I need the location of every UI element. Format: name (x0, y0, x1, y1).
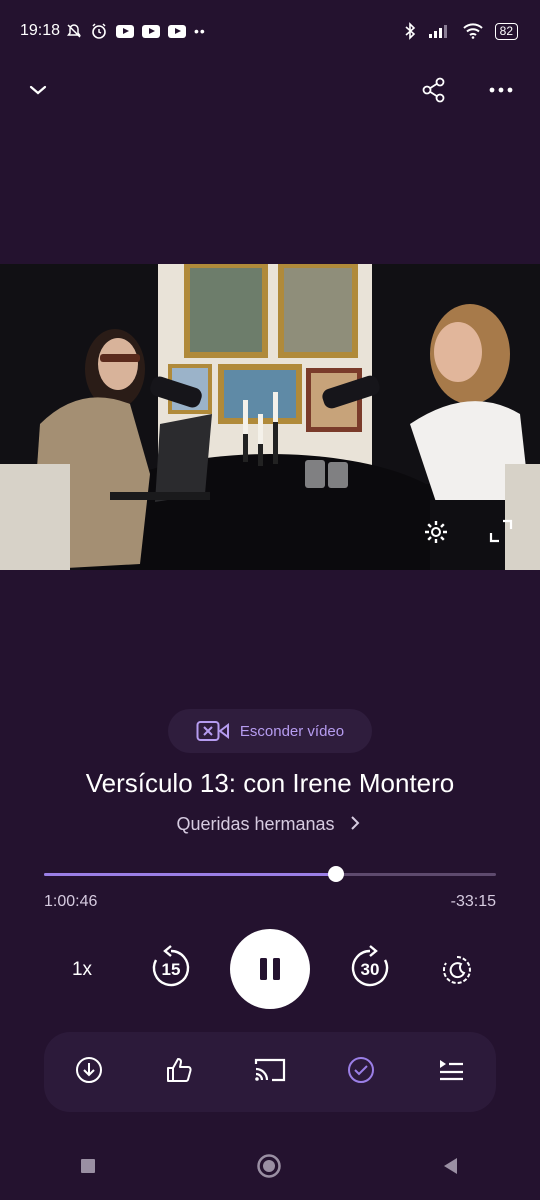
progress-thumb[interactable] (327, 866, 344, 882)
video-frame-image (0, 264, 540, 570)
remaining-time: -33:15 (450, 893, 496, 910)
share-icon (422, 77, 445, 103)
triangle-left-icon (443, 1157, 457, 1174)
sleep-timer-icon (443, 956, 471, 984)
bell-off-icon (67, 24, 81, 38)
square-icon (81, 1158, 96, 1173)
recents-button[interactable] (79, 1157, 97, 1180)
mark-played-button[interactable] (346, 1055, 376, 1090)
fullscreen-button[interactable] (488, 518, 514, 549)
back-button[interactable] (441, 1156, 461, 1181)
hide-video-button[interactable]: Esconder vídeo (168, 709, 372, 753)
gear-icon (425, 521, 447, 543)
youtube-icon (142, 24, 160, 38)
progress-fill (44, 873, 336, 876)
youtube-icon (116, 24, 134, 38)
system-navigation-bar (0, 1136, 540, 1200)
like-button[interactable] (164, 1055, 194, 1090)
more-horizontal-icon (489, 87, 513, 93)
playback-speed-button[interactable]: 1x (58, 950, 106, 990)
hide-video-label: Esconder vídeo (239, 722, 345, 740)
check-circle-icon (348, 1056, 374, 1083)
battery-indicator: 82 (494, 22, 518, 40)
alarm-icon (92, 23, 106, 39)
action-bar (44, 1032, 496, 1112)
home-button[interactable] (256, 1153, 282, 1184)
system-icons: 82 (403, 22, 518, 40)
thumbs-up-icon (167, 1057, 192, 1082)
podcast-link[interactable]: Queridas hermanas (0, 814, 540, 835)
rewind-seconds: 15 (161, 960, 181, 979)
video-settings-button[interactable] (422, 518, 450, 551)
circle-icon (257, 1153, 281, 1178)
wifi-icon (462, 23, 483, 39)
pause-icon (260, 958, 280, 980)
status-time: 19:18 (20, 22, 61, 39)
more-options-button[interactable] (488, 78, 514, 107)
more-notifications-icon: •• (194, 23, 206, 39)
sleep-timer-button[interactable] (440, 953, 474, 987)
notification-icons: •• (66, 22, 206, 40)
video-player[interactable] (0, 264, 540, 570)
bluetooth-icon (405, 22, 415, 40)
download-button[interactable] (74, 1055, 104, 1090)
youtube-icon (168, 24, 186, 38)
collapse-button[interactable] (26, 78, 50, 107)
signal-icon (428, 25, 447, 38)
podcast-name: Queridas hermanas (176, 814, 335, 834)
download-icon (76, 1056, 102, 1083)
video-off-icon (196, 721, 229, 741)
rewind-button[interactable]: 15 (148, 945, 194, 991)
fullscreen-icon (489, 519, 513, 543)
status-bar: 19:18 •• 82 (0, 0, 540, 64)
forward-button[interactable]: 30 (347, 945, 393, 991)
queue-icon (440, 1059, 463, 1080)
forward-seconds: 30 (360, 960, 380, 979)
elapsed-time: 1:00:46 (44, 893, 98, 910)
episode-title: Versículo 13: con Irene Montero (85, 768, 455, 798)
chevron-right-icon (350, 816, 359, 830)
pause-button[interactable] (230, 929, 310, 1009)
chevron-down-icon (29, 85, 47, 95)
cast-button[interactable] (254, 1056, 286, 1089)
queue-button[interactable] (436, 1055, 466, 1090)
cast-icon (254, 1058, 286, 1081)
share-button[interactable] (420, 76, 448, 109)
